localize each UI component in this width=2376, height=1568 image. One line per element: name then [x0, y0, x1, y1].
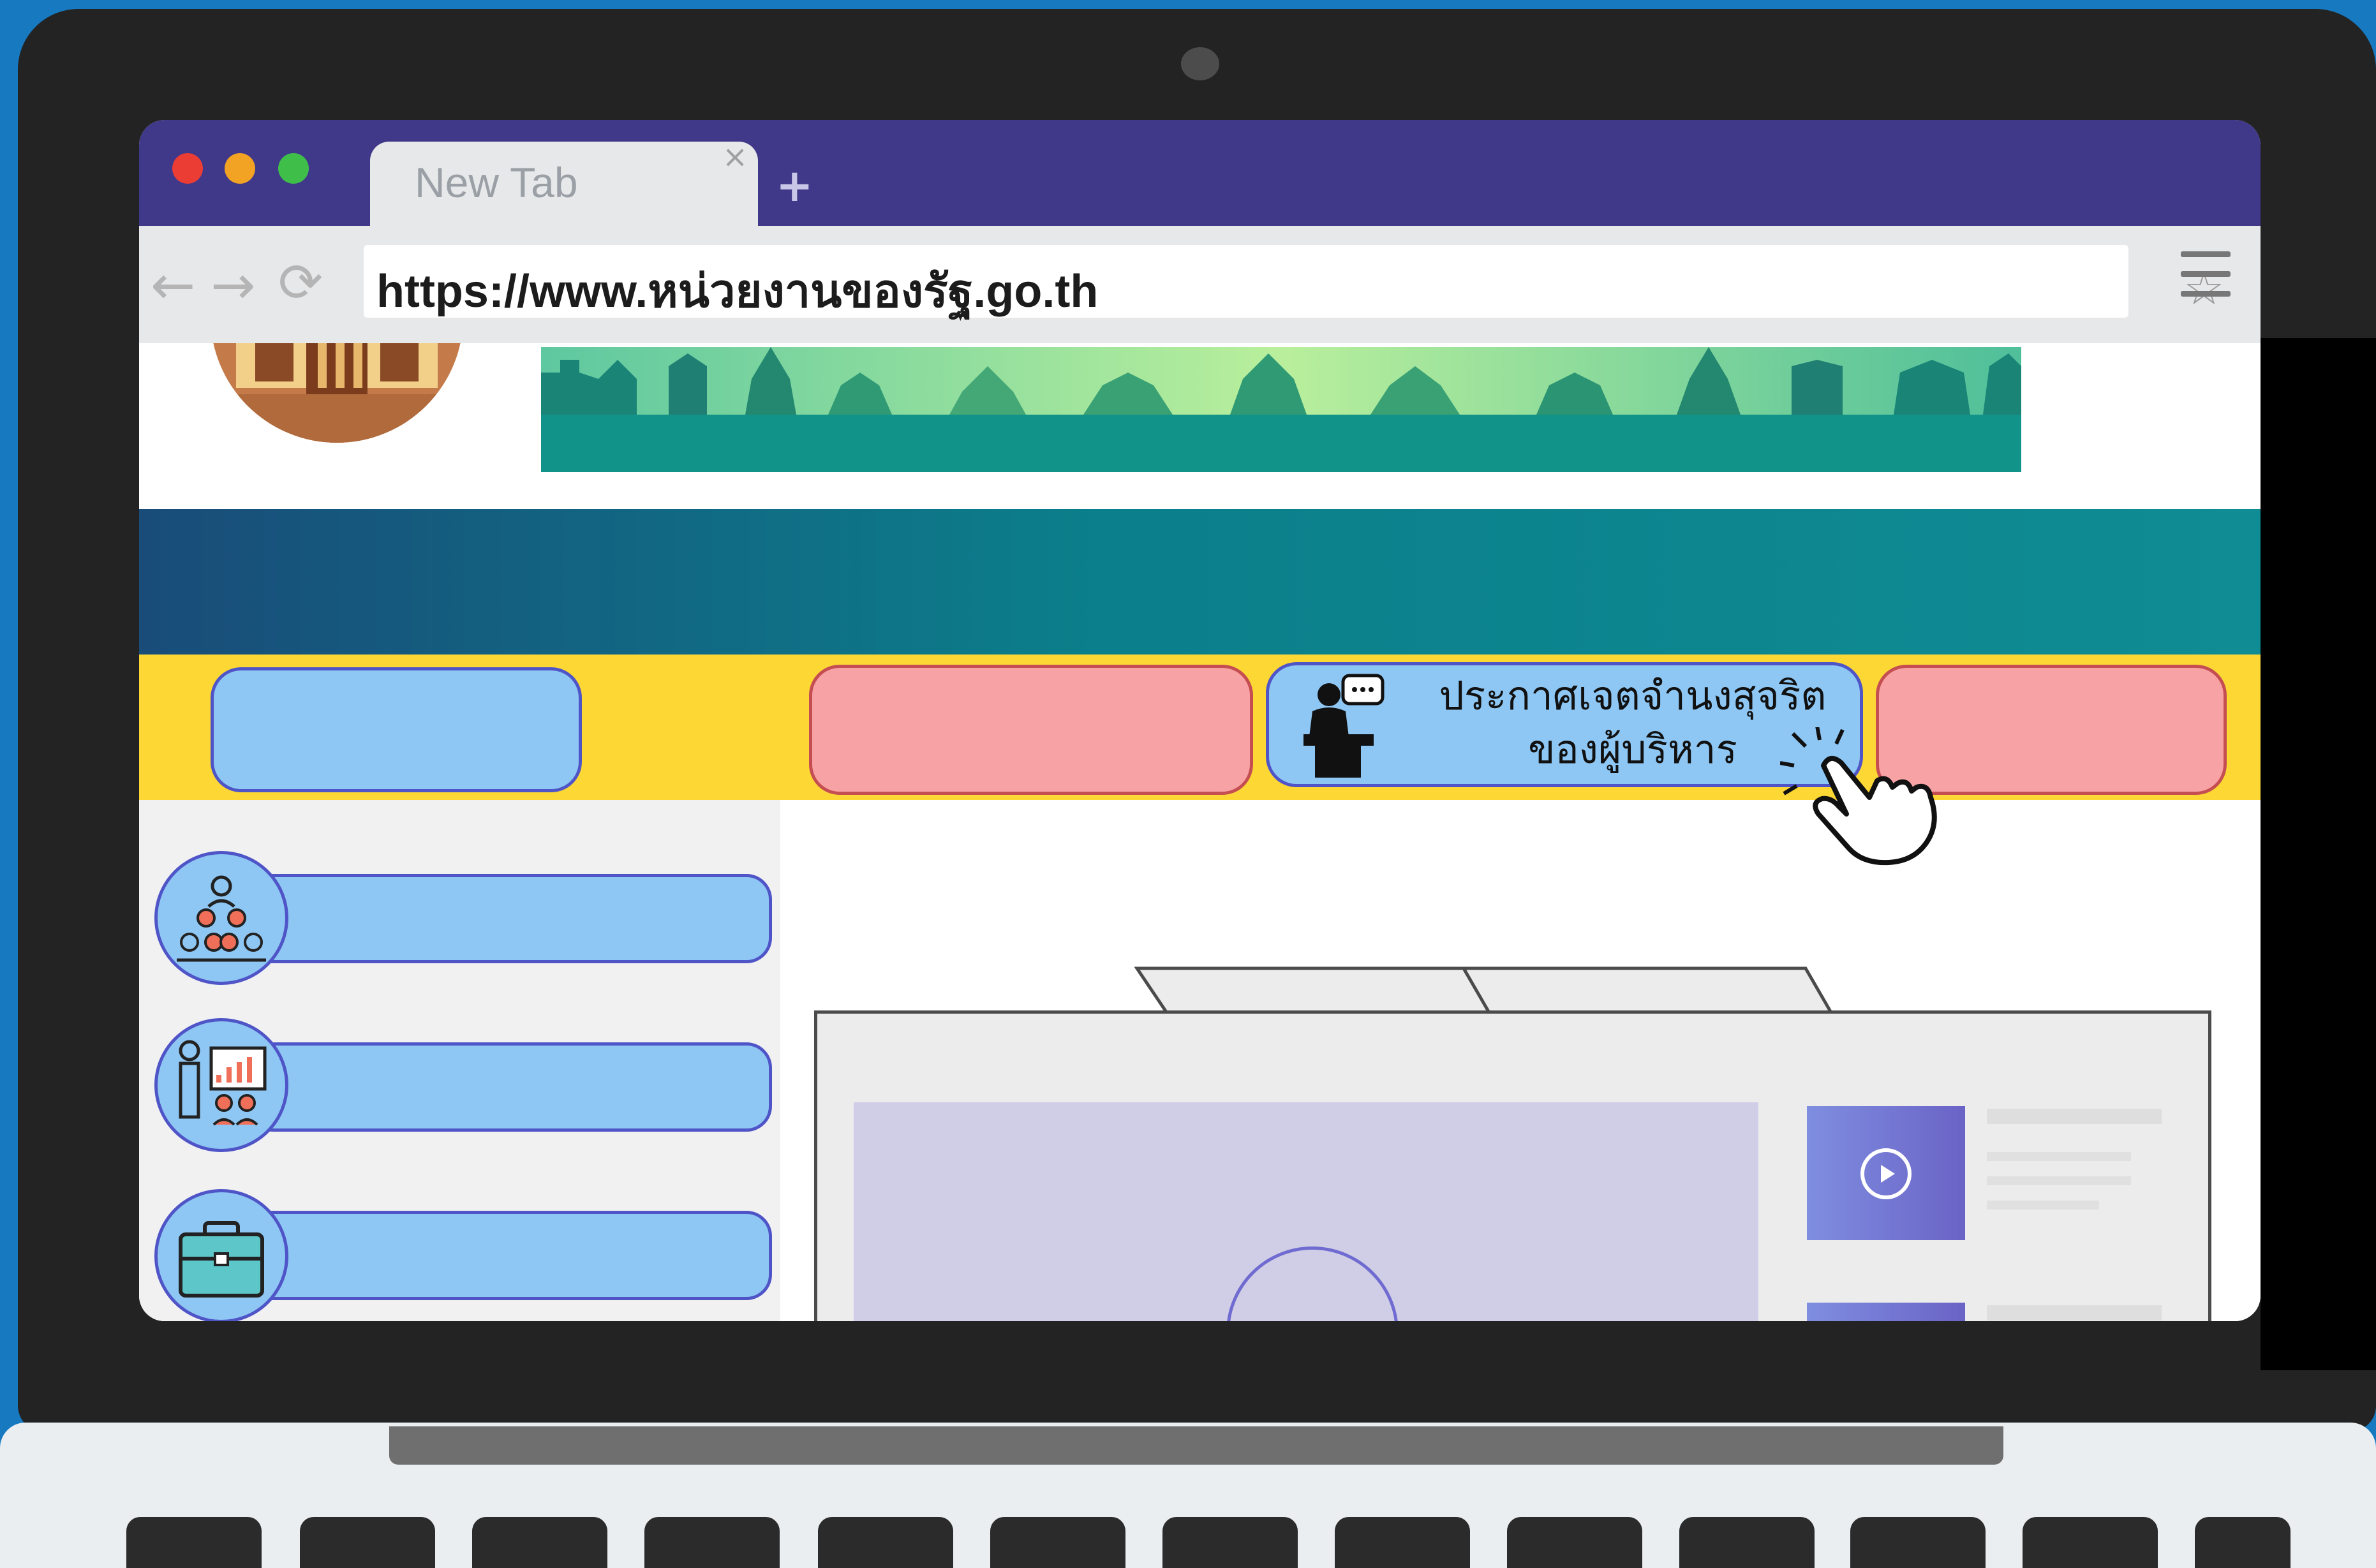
- presenter-chart-icon: [154, 1018, 288, 1152]
- webcam: [1181, 47, 1219, 80]
- tab-close-icon[interactable]: ×: [722, 139, 748, 175]
- agency-seal-logo: [211, 343, 463, 443]
- minimize-dot[interactable]: [225, 153, 255, 184]
- browser-tab[interactable]: New Tab ×: [370, 139, 758, 237]
- video-thumbnail[interactable]: [1807, 1106, 1965, 1240]
- keyboard-key: [1507, 1517, 1642, 1568]
- back-arrow-icon[interactable]: ←: [151, 254, 195, 316]
- keyboard-key: [1335, 1517, 1470, 1568]
- reload-icon[interactable]: ⟳: [278, 251, 323, 314]
- tab-title: New Tab: [415, 159, 578, 206]
- nav-button[interactable]: [809, 665, 1253, 795]
- browser-window: New Tab × + ← → ⟳ https://www.หน่วยงานขอ…: [139, 120, 2261, 1321]
- sidebar-item-work[interactable]: [248, 1211, 772, 1300]
- keyboard-key: [1679, 1517, 1815, 1568]
- text-placeholder: [1987, 1176, 2131, 1185]
- keyboard-key: [1162, 1517, 1298, 1568]
- header-banner: [541, 347, 2021, 472]
- nav-button[interactable]: [211, 667, 582, 792]
- keyboard-key: [472, 1517, 607, 1568]
- sidebar-item-organization[interactable]: [248, 874, 772, 963]
- keyboard-key: [644, 1517, 780, 1568]
- forward-arrow-icon[interactable]: →: [211, 254, 255, 316]
- laptop-hinge: [389, 1426, 2003, 1465]
- keyboard-key: [300, 1517, 435, 1568]
- close-dot[interactable]: [172, 153, 203, 184]
- hero-band: [139, 509, 2261, 655]
- keyboard-key: [818, 1517, 953, 1568]
- keyboard-key: [990, 1517, 1125, 1568]
- browser-titlebar: New Tab × +: [139, 120, 2261, 237]
- people-hierarchy-icon: [154, 851, 288, 985]
- screen-edge: [2261, 338, 2376, 1370]
- sidebar-item-presentation[interactable]: [248, 1042, 772, 1132]
- keyboard-key: [1850, 1517, 1986, 1568]
- play-icon[interactable]: [1226, 1246, 1399, 1321]
- text-placeholder: [1987, 1152, 2131, 1161]
- announcement-integrity-button[interactable]: ประกาศเจตจำนงสุจริต ของผู้บริหาร: [1266, 662, 1863, 787]
- maximize-dot[interactable]: [278, 153, 309, 184]
- url-text: https://www.หน่วยงานของรัฐ.go.th: [376, 266, 1099, 317]
- new-tab-button[interactable]: +: [776, 159, 813, 212]
- keyboard-key: [2023, 1517, 2158, 1568]
- thumbnail-title-placeholder: [1987, 1109, 2162, 1124]
- keyboard-key: [126, 1517, 262, 1568]
- hand-pointer-icon: [1779, 725, 1946, 870]
- main-video[interactable]: [854, 1102, 1758, 1321]
- speaker-podium-icon: [1291, 672, 1386, 783]
- text-placeholder: [1987, 1201, 2099, 1209]
- play-icon[interactable]: [1860, 1148, 1912, 1199]
- thumbnail-title-placeholder: [1987, 1305, 2162, 1320]
- browser-toolbar: ← → ⟳ https://www.หน่วยงานของรัฐ.go.th ☆: [139, 226, 2261, 343]
- keyboard-key: [2195, 1517, 2291, 1568]
- video-thumbnail[interactable]: [1807, 1303, 1965, 1321]
- hamburger-menu-icon[interactable]: [2181, 251, 2231, 311]
- address-bar[interactable]: https://www.หน่วยงานของรัฐ.go.th ☆: [364, 245, 2225, 318]
- briefcase-icon: [154, 1189, 288, 1321]
